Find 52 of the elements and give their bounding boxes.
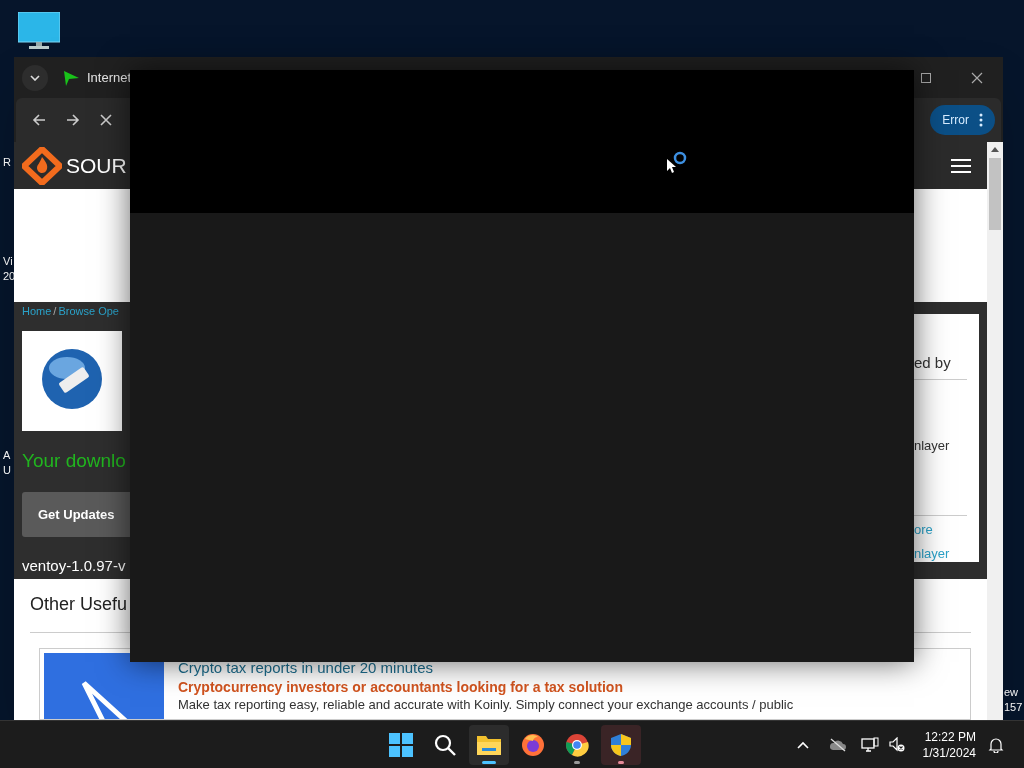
download-heading: Your downlo [22,448,126,473]
taskbar-button[interactable] [469,724,509,765]
file-name: ventoy-1.0.97-v [22,556,126,576]
clock-time[interactable]: 12:22 PM [924,728,976,745]
site-logo-text[interactable]: SOUR [66,149,127,182]
breadcrumb-link[interactable]: Home [22,303,52,320]
chevron-up-icon[interactable] [796,740,809,749]
monitor-icon[interactable] [18,12,60,50]
desktop-icon-label[interactable]: A [3,448,11,463]
menu-icon[interactable] [951,157,971,174]
scrollbar[interactable] [987,142,1003,720]
shield-icon [610,732,632,757]
running-indicator [618,760,624,764]
error-button[interactable]: Error [930,105,995,135]
folder-icon [477,733,501,756]
running-indicator [574,760,580,764]
forward-arrow-icon[interactable] [66,113,80,127]
running-indicator [482,760,496,764]
tab-list-button[interactable] [22,64,48,91]
breadcrumb-link[interactable]: Browse Ope [58,303,119,320]
windows-logo-icon [389,732,413,757]
taskbar-button[interactable] [601,724,641,765]
chevron-down-icon [30,74,40,81]
stop-icon[interactable] [100,114,112,126]
flame-logo-icon [22,146,62,185]
desktop-icon-label[interactable]: U [3,463,11,478]
ad-subtitle: Cryptocurrency investors or accountants looking for a tax solution [178,679,623,695]
close-icon[interactable] [971,71,983,84]
desktop-icon-label[interactable]: ew [1004,685,1023,700]
desktop-icon-label[interactable]: 157 [1004,700,1023,715]
volume-muted-icon[interactable] [888,736,905,753]
desktop-icon-label[interactable]: R [3,155,11,170]
bell-icon[interactable] [988,736,1004,753]
scroll-thumb[interactable] [989,158,1001,230]
more-icon [979,113,983,127]
network-icon[interactable] [860,736,879,753]
arrow-logo-icon [63,69,79,86]
ad-description: Make tax reporting easy, reliable and accurate with Koinly. Simply connect your exchange accounts / public [178,697,794,713]
chrome-icon [565,732,589,757]
section-title: Other Usefu [30,593,129,616]
tab-title[interactable]: Internet [87,67,132,88]
back-arrow-icon[interactable] [32,113,46,127]
search-icon [434,733,456,756]
get-updates-button[interactable]: Get Updates [22,492,130,537]
clock-date[interactable]: 1/31/2024 [922,744,976,761]
breadcrumb-separator: / [53,304,57,319]
desktop-icon-label[interactable]: Vi [3,254,16,269]
firefox-icon [521,732,545,757]
scroll-up-icon[interactable] [991,147,999,152]
cloud-offline-icon[interactable] [828,737,847,752]
maximize-icon[interactable] [921,72,931,83]
ad-title[interactable]: Crypto tax reports in under 20 minutes [178,659,434,676]
